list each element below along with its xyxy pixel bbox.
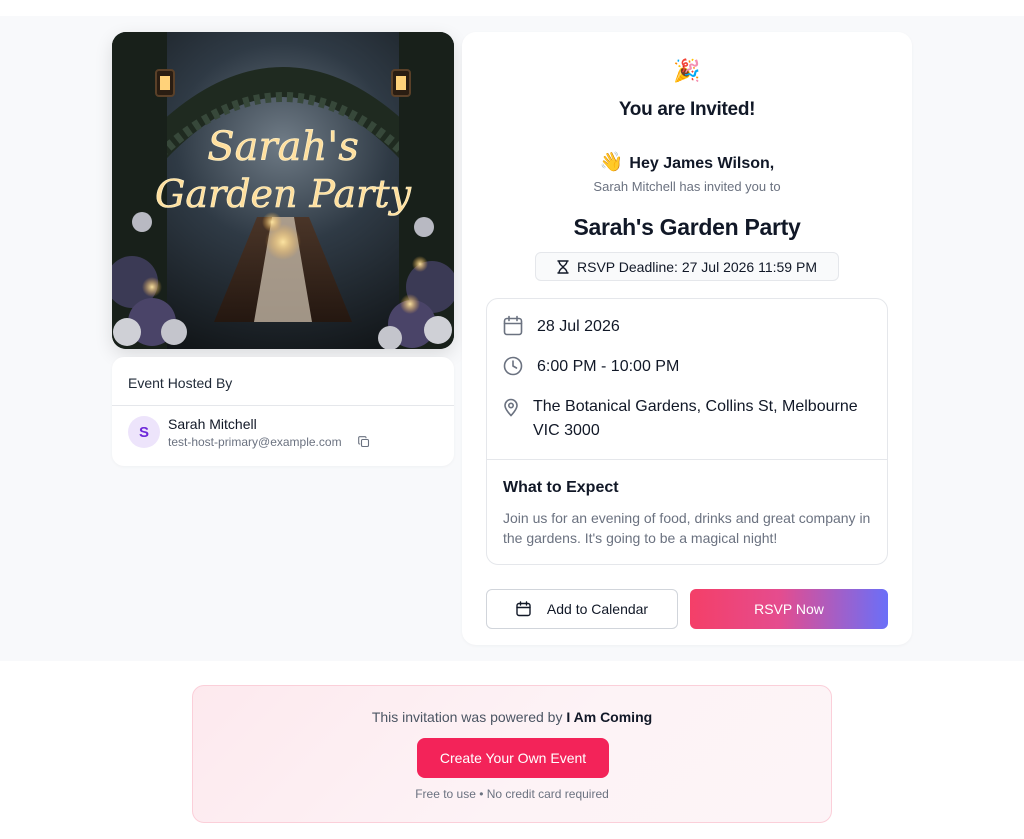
rsvp-deadline-badge: RSVP Deadline: 27 Jul 2026 11:59 PM — [535, 252, 839, 281]
add-to-calendar-label: Add to Calendar — [546, 601, 649, 617]
create-event-button[interactable]: Create Your Own Event — [417, 738, 609, 778]
invited-heading: You are Invited! — [618, 99, 756, 120]
promo-subtext: Free to use • No credit card required — [415, 787, 609, 801]
greeting-text: Hey James Wilson, — [629, 155, 775, 172]
divider — [112, 405, 454, 406]
hourglass-icon — [557, 259, 569, 274]
rsvp-now-button[interactable]: RSVP Now — [690, 589, 888, 629]
avatar: S — [128, 416, 160, 448]
greeting: 👋 Hey James Wilson, — [462, 150, 912, 174]
host-section-title: Event Hosted By — [128, 375, 233, 391]
powered-by-prefix: This invitation was powered by — [371, 709, 563, 725]
divider — [487, 459, 887, 460]
powered-by-card: This invitation was powered by I Am Comi… — [192, 685, 832, 823]
event-time: 6:00 PM - 10:00 PM — [537, 358, 680, 375]
host-email: test-host-primary@example.com — [168, 435, 342, 449]
waving-hand-icon: 👋 — [599, 152, 624, 173]
map-pin-icon — [504, 398, 518, 417]
event-cover-image: Sarah's Garden Party — [112, 32, 454, 349]
event-location-row: The Botanical Gardens, Collins St, Melbo… — [503, 395, 858, 443]
calendar-icon — [503, 315, 523, 336]
host-name: Sarah Mitchell — [168, 416, 257, 432]
svg-text:Garden Party: Garden Party — [155, 172, 411, 216]
invitation-card: 🎉 You are Invited! 👋 Hey James Wilson, Sa… — [462, 32, 912, 645]
invited-by-text: Sarah Mitchell has invited you to — [593, 179, 781, 194]
host-card: Event Hosted By S Sarah Mitchell test-ho… — [112, 357, 454, 466]
event-title: Sarah's Garden Party — [573, 214, 801, 240]
brand-name: I Am Coming — [566, 709, 653, 725]
event-time-row: 6:00 PM - 10:00 PM — [503, 355, 679, 379]
event-details: 28 Jul 2026 6:00 PM - 10:00 PM The Botan… — [486, 298, 888, 565]
event-location-line2: VIC 3000 — [533, 422, 600, 439]
clock-icon — [503, 356, 523, 376]
event-location-line1: The Botanical Gardens, Collins St, Melbo… — [533, 398, 858, 415]
top-strip — [0, 0, 1024, 16]
svg-text:Sarah's: Sarah's — [207, 124, 359, 170]
powered-by-text: This invitation was powered by I Am Comi… — [193, 709, 831, 725]
event-date-row: 28 Jul 2026 — [503, 315, 620, 339]
party-popper-icon: 🎉 — [673, 58, 701, 83]
event-location: The Botanical Gardens, Collins St, Melbo… — [533, 395, 858, 443]
rsvp-deadline-text: RSVP Deadline: 27 Jul 2026 11:59 PM — [577, 258, 817, 275]
calendar-icon — [516, 601, 531, 617]
add-to-calendar-button[interactable]: Add to Calendar — [486, 589, 678, 629]
copy-icon[interactable] — [358, 436, 370, 448]
what-to-expect-text: Join us for an evening of food, drinks a… — [503, 510, 871, 546]
event-date: 28 Jul 2026 — [537, 318, 620, 335]
what-to-expect-title: What to Expect — [503, 479, 619, 496]
